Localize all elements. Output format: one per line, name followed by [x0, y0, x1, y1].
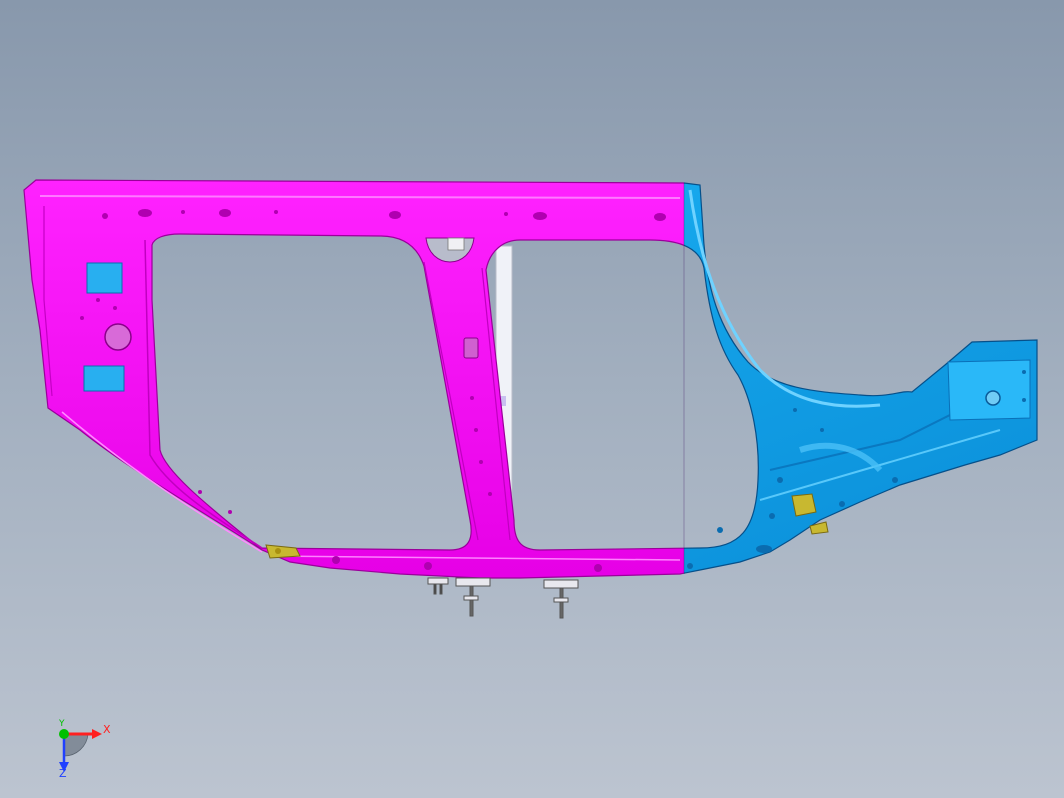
- y-axis-label: Y: [59, 719, 65, 729]
- bracket-front: [265, 544, 301, 559]
- bottom-clips: [427, 577, 579, 619]
- inner-panel-magenta[interactable]: [23, 179, 1037, 579]
- insert-patch-upper: [86, 262, 123, 294]
- z-axis-label: Z: [59, 767, 67, 780]
- rear-panel-hole: [985, 390, 1001, 406]
- graphics-viewport[interactable]: X Y Z: [0, 0, 1064, 798]
- y-axis-dot: [59, 729, 69, 739]
- panel-hole: [104, 323, 132, 351]
- axis-triad: X Y Z: [48, 716, 118, 786]
- x-axis-label: X: [103, 723, 111, 736]
- bracket-rear: [791, 493, 817, 517]
- body-side-panel-model[interactable]: [0, 0, 1064, 798]
- insert-patch-lower: [83, 365, 125, 392]
